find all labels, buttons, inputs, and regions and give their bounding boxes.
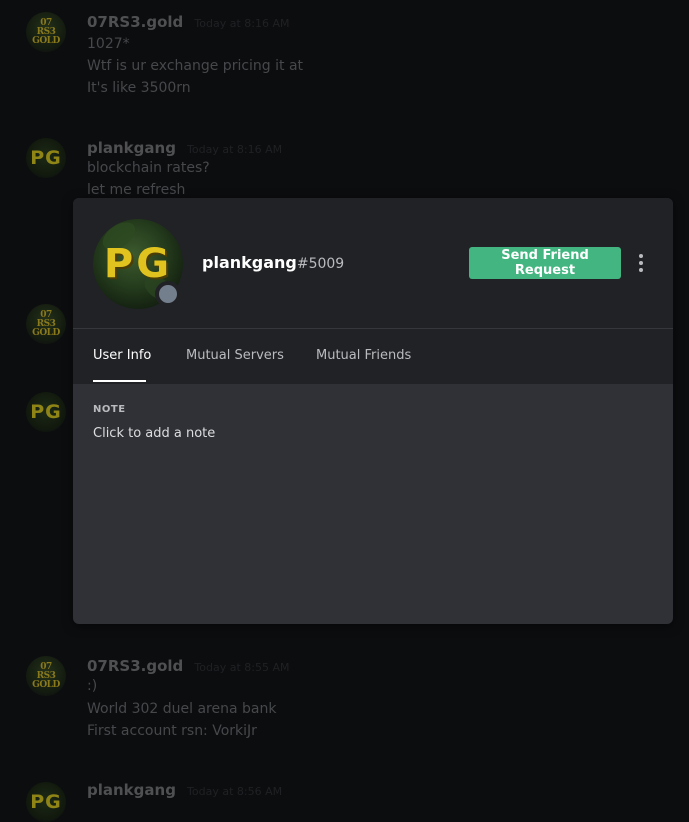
avatar-logo: 07 RS3 GOLD (32, 18, 60, 46)
tab-mutual-friends[interactable]: Mutual Friends (316, 348, 411, 363)
message-header: plankgang Today at 8:16 AM (87, 138, 282, 157)
username: plankgang (202, 253, 297, 272)
message-header: plankgang Today at 8:56 AM (87, 780, 282, 799)
more-dot (639, 261, 643, 265)
message-author[interactable]: plankgang (87, 781, 176, 799)
avatar-logo-text: PG (30, 401, 62, 423)
message-text: Wtf is ur exchange pricing it at (87, 58, 304, 74)
avatar[interactable]: 07 RS3 GOLD (26, 304, 66, 344)
message-text: 1027* (87, 36, 130, 52)
message-author[interactable]: 07RS3.gold (87, 13, 183, 31)
message-author[interactable]: plankgang (87, 139, 176, 157)
more-vertical-icon[interactable] (633, 251, 649, 275)
tab-user-info[interactable]: User Info (93, 348, 151, 363)
message-text: :) (87, 678, 98, 694)
avatar[interactable]: PG (26, 392, 66, 432)
send-friend-request-button[interactable]: Send Friend Request (469, 247, 621, 279)
avatar[interactable]: PG (26, 138, 66, 178)
message-header: 07RS3.gold Today at 8:55 AM (87, 656, 289, 675)
message-text: World 302 duel arena bank (87, 701, 277, 717)
message-text: let me refresh (87, 182, 186, 198)
discriminator: #5009 (296, 256, 345, 272)
user-profile-modal: PG plankgang#5009 Send Friend Request Us… (73, 198, 673, 624)
message-text: First account rsn: VorkiJr (87, 723, 257, 739)
profile-header: PG plankgang#5009 Send Friend Request Us… (73, 198, 673, 384)
profile-name: plankgang#5009 (202, 253, 344, 272)
note-label: NOTE (93, 404, 126, 415)
avatar-logo: 07 RS3 GOLD (32, 662, 60, 690)
avatar-logo: 07 RS3 GOLD (32, 310, 60, 338)
active-tab-indicator (93, 380, 146, 382)
status-indicator (155, 281, 181, 307)
message-timestamp: Today at 8:56 AM (187, 785, 283, 798)
note-input[interactable]: Click to add a note (93, 426, 215, 441)
message-text: blockchain rates? (87, 160, 210, 176)
tab-mutual-servers[interactable]: Mutual Servers (186, 348, 284, 363)
avatar-logo-text: PG (30, 791, 62, 813)
more-dot (639, 268, 643, 272)
avatar[interactable]: 07 RS3 GOLD (26, 656, 66, 696)
message-header: 07RS3.gold Today at 8:16 AM (87, 12, 289, 31)
message-text: It's like 3500rn (87, 80, 191, 96)
more-dot (639, 254, 643, 258)
avatar-logo-text: GOLD (32, 679, 60, 690)
message-author[interactable]: 07RS3.gold (87, 657, 183, 675)
avatar[interactable]: PG (26, 782, 66, 822)
message-timestamp: Today at 8:16 AM (194, 17, 290, 30)
avatar-logo-text: GOLD (32, 327, 60, 338)
avatar-logo-text: GOLD (32, 35, 60, 46)
message-timestamp: Today at 8:55 AM (194, 661, 290, 674)
avatar[interactable]: 07 RS3 GOLD (26, 12, 66, 52)
avatar-logo-text: PG (30, 147, 62, 169)
message-timestamp: Today at 8:16 AM (187, 143, 283, 156)
divider (73, 328, 673, 329)
